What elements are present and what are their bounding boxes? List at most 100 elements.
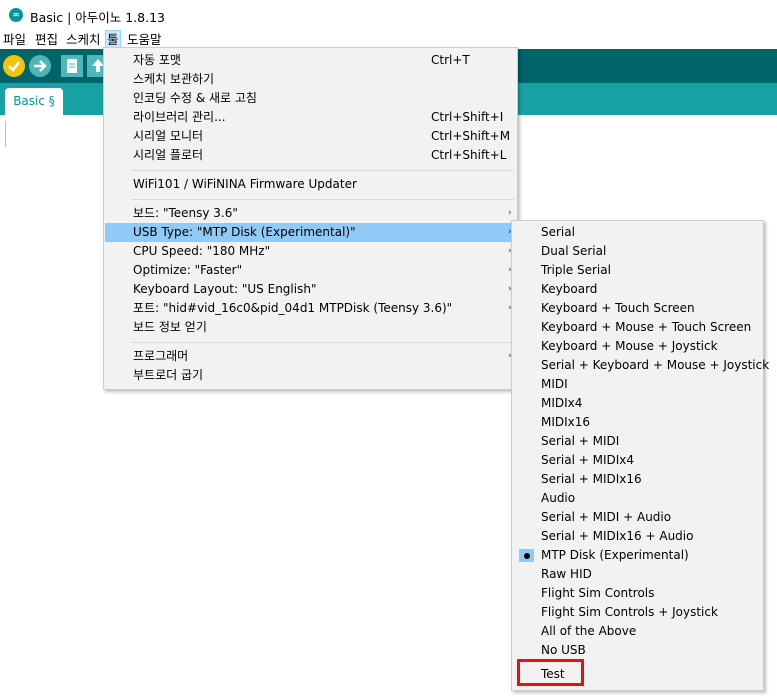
usb-option-keyboard-mouse-touch-screen[interactable]: Keyboard + Mouse + Touch Screen: [513, 318, 762, 337]
menu-item-label: CPU Speed: "180 MHz": [133, 244, 271, 258]
menu-item-label: 부트로더 굽기: [133, 368, 204, 382]
menu-item-serial-monitor[interactable]: 시리얼 모니터 Ctrl+Shift+M: [105, 127, 516, 146]
usb-option-raw-hid[interactable]: Raw HID: [513, 565, 762, 584]
usb-option-label: Serial + MIDI + Audio: [541, 510, 672, 524]
menu-item-label: 시리얼 모니터: [133, 129, 204, 143]
menu-edit[interactable]: 편집: [34, 31, 59, 48]
menu-item-archive-sketch[interactable]: 스케치 보관하기: [105, 70, 516, 89]
usb-option-serial-midix4[interactable]: Serial + MIDIx4: [513, 451, 762, 470]
menu-item-shortcut: Ctrl+Shift+L: [431, 148, 507, 162]
menu-item-label: 보드 정보 얻기: [133, 320, 207, 334]
usb-option-label: Serial + MIDIx16 + Audio: [541, 529, 694, 543]
menu-item-board-info[interactable]: 보드 정보 얻기: [105, 318, 516, 337]
usb-option-label: Flight Sim Controls: [541, 586, 655, 600]
menu-item-label: 자동 포맷: [133, 53, 181, 67]
usb-option-label: Serial + MIDIx16: [541, 472, 642, 486]
menu-item-auto-format[interactable]: 자동 포맷 Ctrl+T: [105, 51, 516, 70]
usb-option-all-of-the-above[interactable]: All of the Above: [513, 622, 762, 641]
title-bar: ∞ Basic | 아두이노 1.8.13: [0, 0, 777, 30]
menu-item-label: 시리얼 플로터: [133, 148, 204, 162]
tools-menu: 자동 포맷 Ctrl+T 스케치 보관하기 인코딩 수정 & 새로 고침 라이브…: [103, 47, 518, 390]
menu-tools[interactable]: 툴: [105, 30, 121, 49]
usb-option-flight-sim-controls[interactable]: Flight Sim Controls: [513, 584, 762, 603]
usb-option-serial-midi-audio[interactable]: Serial + MIDI + Audio: [513, 508, 762, 527]
window-title: Basic | 아두이노 1.8.13: [30, 10, 165, 25]
usb-option-serial-midix16[interactable]: Serial + MIDIx16: [513, 470, 762, 489]
selected-radio-icon: [519, 549, 534, 562]
usb-option-serial-midix16-audio[interactable]: Serial + MIDIx16 + Audio: [513, 527, 762, 546]
usb-option-label: Raw HID: [541, 567, 592, 581]
new-icon: [67, 59, 77, 73]
usb-option-no-usb[interactable]: No USB: [513, 641, 762, 660]
verify-button[interactable]: [3, 55, 25, 77]
usb-option-midix4[interactable]: MIDIx4: [513, 394, 762, 413]
usb-option-label: Keyboard: [541, 282, 598, 296]
menu-item-serial-plotter[interactable]: 시리얼 플로터 Ctrl+Shift+L: [105, 146, 516, 165]
annotation-highlight-box: [517, 659, 584, 686]
menu-item-label: Keyboard Layout: "US English": [133, 282, 317, 296]
editor-caret: [5, 121, 6, 147]
usb-option-mtp-disk[interactable]: MTP Disk (Experimental): [513, 546, 762, 565]
usb-option-label: No USB: [541, 643, 586, 657]
usb-option-dual-serial[interactable]: Dual Serial: [513, 242, 762, 261]
usb-option-label: MIDIx16: [541, 415, 591, 429]
usb-option-label: All of the Above: [541, 624, 637, 638]
menu-item-cpu-speed[interactable]: CPU Speed: "180 MHz" ›: [105, 242, 516, 261]
menu-item-label: 포트: "hid#vid_16c0&pid_04d1 MTPDisk (Teen…: [133, 301, 453, 315]
menu-separator: [132, 170, 514, 171]
usb-option-label: Flight Sim Controls + Joystick: [541, 605, 718, 619]
usb-option-label: Keyboard + Touch Screen: [541, 301, 695, 315]
usb-option-keyboard[interactable]: Keyboard: [513, 280, 762, 299]
usb-option-label: Serial + Keyboard + Mouse + Joystick: [541, 358, 770, 372]
menu-item-shortcut: Ctrl+Shift+M: [431, 129, 511, 143]
arduino-icon: ∞: [9, 8, 23, 22]
usb-option-serial-keyboard-mouse-joystick[interactable]: Serial + Keyboard + Mouse + Joystick: [513, 356, 769, 375]
menu-item-usb-type[interactable]: USB Type: "MTP Disk (Experimental)" ›: [105, 223, 516, 242]
menu-item-shortcut: Ctrl+Shift+I: [431, 110, 504, 124]
tab-basic[interactable]: Basic §: [5, 88, 63, 115]
menu-item-label: 라이브러리 관리...: [133, 110, 226, 124]
menu-item-fix-encoding[interactable]: 인코딩 수정 & 새로 고침: [105, 89, 516, 108]
menu-file[interactable]: 파일: [2, 31, 27, 48]
usb-option-midi[interactable]: MIDI: [513, 375, 762, 394]
usb-option-flight-sim-controls-joystick[interactable]: Flight Sim Controls + Joystick: [513, 603, 762, 622]
usb-option-label: MTP Disk (Experimental): [541, 548, 689, 562]
usb-option-label: Dual Serial: [541, 244, 607, 258]
menu-item-label: 보드: "Teensy 3.6": [133, 206, 238, 220]
menu-item-burn-bootloader[interactable]: 부트로더 굽기: [105, 366, 516, 385]
usb-option-keyboard-touch-screen[interactable]: Keyboard + Touch Screen: [513, 299, 762, 318]
menu-item-keyboard-layout[interactable]: Keyboard Layout: "US English" ›: [105, 280, 516, 299]
usb-option-serial-midi[interactable]: Serial + MIDI: [513, 432, 762, 451]
menu-item-wifi-firmware-updater[interactable]: WiFi101 / WiFiNINA Firmware Updater: [105, 175, 516, 194]
menu-item-shortcut: Ctrl+T: [431, 53, 470, 67]
usb-option-triple-serial[interactable]: Triple Serial: [513, 261, 762, 280]
usb-option-label: Audio: [541, 491, 576, 505]
menu-item-label: 인코딩 수정 & 새로 고침: [133, 91, 257, 105]
usb-option-label: Keyboard + Mouse + Touch Screen: [541, 320, 752, 334]
usb-option-label: Serial + MIDI: [541, 434, 620, 448]
menu-item-port[interactable]: 포트: "hid#vid_16c0&pid_04d1 MTPDisk (Teen…: [105, 299, 516, 318]
menu-separator: [132, 342, 514, 343]
menu-item-label: Optimize: "Faster": [133, 263, 243, 277]
menu-item-label: WiFi101 / WiFiNINA Firmware Updater: [133, 177, 357, 191]
upload-icon: [34, 60, 47, 72]
upload-button[interactable]: [29, 55, 51, 77]
usb-option-keyboard-mouse-joystick[interactable]: Keyboard + Mouse + Joystick: [513, 337, 762, 356]
usb-option-serial[interactable]: Serial: [513, 223, 762, 242]
usb-option-midix16[interactable]: MIDIx16: [513, 413, 762, 432]
menu-item-manage-libraries[interactable]: 라이브러리 관리... Ctrl+Shift+I: [105, 108, 516, 127]
menu-item-programmer[interactable]: 프로그래머 ›: [105, 347, 516, 366]
menu-separator: [132, 199, 514, 200]
menu-item-label: 스케치 보관하기: [133, 72, 215, 86]
menu-item-optimize[interactable]: Optimize: "Faster" ›: [105, 261, 516, 280]
new-button[interactable]: [61, 55, 83, 77]
usb-option-label: Serial: [541, 225, 575, 239]
menu-item-board[interactable]: 보드: "Teensy 3.6" ›: [105, 204, 516, 223]
menu-help[interactable]: 도움말: [126, 31, 163, 48]
menu-item-label: 프로그래머: [133, 349, 189, 363]
usb-option-audio[interactable]: Audio: [513, 489, 762, 508]
verify-icon: [8, 61, 20, 72]
usb-option-label: Triple Serial: [541, 263, 611, 277]
usb-option-label: Serial + MIDIx4: [541, 453, 635, 467]
menu-sketch[interactable]: 스케치: [65, 31, 102, 48]
